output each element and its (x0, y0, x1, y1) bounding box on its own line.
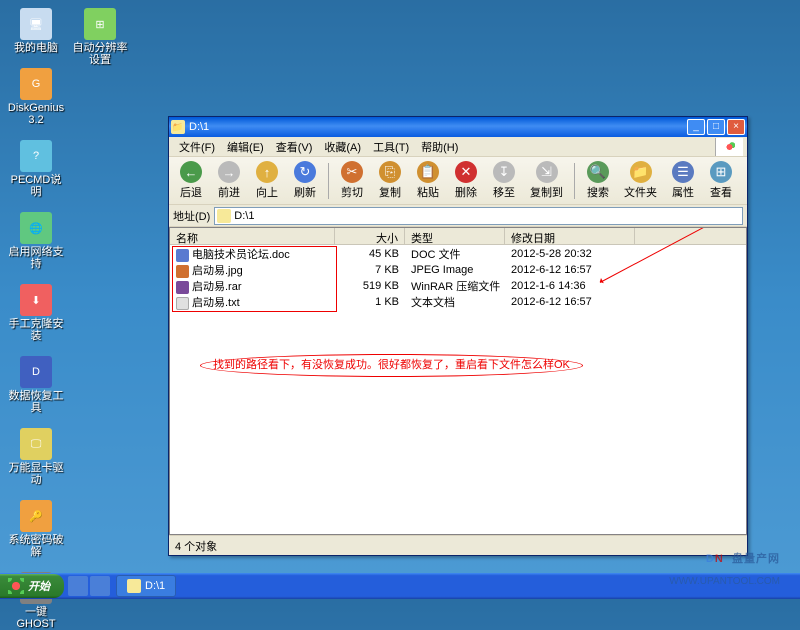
moveto-button[interactable]: ↧移至 (486, 159, 522, 202)
start-button[interactable]: 开始 (0, 574, 64, 598)
copy-icon: ⎘ (379, 161, 401, 183)
back-icon: ← (180, 161, 202, 183)
separator (574, 163, 575, 199)
moveto-icon: ↧ (493, 161, 515, 183)
watermark-url: WWW.UPANTOOL.COM (669, 576, 780, 587)
windows-flag-icon (715, 138, 743, 156)
clone-icon: ⬇ (20, 284, 52, 316)
menu-favorites[interactable]: 收藏(A) (318, 137, 367, 157)
desktop-icon-password[interactable]: 🔑系统密码破解 (8, 500, 64, 558)
copyto-button[interactable]: ⇲复制到 (524, 159, 569, 202)
jpg-icon (176, 265, 189, 278)
folder-icon (127, 579, 141, 593)
back-button[interactable]: ←后退 (173, 159, 209, 202)
delete-button[interactable]: ✕删除 (448, 159, 484, 202)
col-size[interactable]: 大小 (335, 228, 405, 244)
menu-edit[interactable]: 编辑(E) (221, 137, 270, 157)
folder-button[interactable]: 📁文件夹 (618, 159, 663, 202)
list-header: 名称 大小 类型 修改日期 (170, 228, 746, 245)
status-text: 4 个对象 (175, 538, 217, 554)
refresh-button[interactable]: ↻刷新 (287, 159, 323, 202)
paste-button[interactable]: 📋粘贴 (410, 159, 446, 202)
paste-icon: 📋 (417, 161, 439, 183)
up-icon: ↑ (256, 161, 278, 183)
maximize-button[interactable]: □ (707, 119, 725, 135)
folder-icon: 📁 (630, 161, 652, 183)
quick-launch (68, 576, 110, 596)
file-list: 名称 大小 类型 修改日期 电脑技术员论坛.doc45 KBDOC 文件2012… (169, 227, 747, 535)
desktop-icons-col1: 🖥我的电脑 GDiskGenius 3.2 ?PECMD说明 🌐启用网络支持 ⬇… (8, 8, 64, 630)
desktop-icon-pecmd[interactable]: ?PECMD说明 (8, 140, 64, 198)
folder-icon (217, 209, 231, 223)
refresh-icon: ↻ (294, 161, 316, 183)
cut-icon: ✂ (341, 161, 363, 183)
status-bar: 4 个对象 (169, 535, 747, 555)
view-button[interactable]: ⊞查看 (703, 159, 739, 202)
folder-icon: 📁 (171, 120, 185, 134)
forward-icon: → (218, 161, 240, 183)
menu-help[interactable]: 帮助(H) (415, 137, 464, 157)
doc-icon: ? (20, 140, 52, 172)
up-button[interactable]: ↑向上 (249, 159, 285, 202)
key-icon: 🔑 (20, 500, 52, 532)
delete-icon: ✕ (455, 161, 477, 183)
minimize-button[interactable]: _ (687, 119, 705, 135)
file-row[interactable]: 启动易.jpg7 KBJPEG Image2012-6-12 16:57 (170, 262, 746, 278)
copyto-icon: ⇲ (536, 161, 558, 183)
address-label: 地址(D) (173, 208, 214, 224)
cut-button[interactable]: ✂剪切 (334, 159, 370, 202)
display-icon: 🖵 (20, 428, 52, 460)
view-icon: ⊞ (710, 161, 732, 183)
desktop-icon-recovery[interactable]: D数据恢复工具 (8, 356, 64, 414)
file-row[interactable]: 电脑技术员论坛.doc45 KBDOC 文件2012-5-28 20:32 (170, 246, 746, 262)
desktop-icon-resolution[interactable]: ⊞自动分辨率设置 (72, 8, 128, 66)
menu-view[interactable]: 查看(V) (270, 137, 319, 157)
forward-button[interactable]: →前进 (211, 159, 247, 202)
desktop-icon-mycomputer[interactable]: 🖥我的电脑 (8, 8, 64, 54)
computer-icon: 🖥 (20, 8, 52, 40)
network-icon: 🌐 (20, 212, 52, 244)
titlebar[interactable]: 📁 D:\1 _ □ × (169, 117, 747, 137)
col-date[interactable]: 修改日期 (505, 228, 635, 244)
resolution-icon: ⊞ (84, 8, 116, 40)
recovery-icon: D (20, 356, 52, 388)
search-icon: 🔍 (587, 161, 609, 183)
file-rows: 电脑技术员论坛.doc45 KBDOC 文件2012-5-28 20:32 启动… (170, 245, 746, 311)
taskbar-button[interactable]: D:\1 (116, 575, 176, 597)
rar-icon (176, 281, 189, 294)
window-title: D:\1 (189, 121, 687, 133)
properties-icon: ☰ (672, 161, 694, 183)
address-bar: 地址(D) D:\1 (169, 205, 747, 227)
quicklaunch-item[interactable] (68, 576, 88, 596)
address-input[interactable]: D:\1 (214, 207, 743, 225)
desktop-icon-display[interactable]: 🖵万能显卡驱动 (8, 428, 64, 486)
desktop-icons-col2: ⊞自动分辨率设置 (72, 8, 128, 66)
separator (328, 163, 329, 199)
col-type[interactable]: 类型 (405, 228, 505, 244)
copy-button[interactable]: ⎘复制 (372, 159, 408, 202)
file-row[interactable]: 启动易.rar519 KBWinRAR 压缩文件2012-1-6 14:36 (170, 278, 746, 294)
disk-icon: G (20, 68, 52, 100)
file-row[interactable]: 启动易.txt1 KB文本文档2012-6-12 16:57 (170, 294, 746, 310)
desktop-icon-clone[interactable]: ⬇手工克隆安装 (8, 284, 64, 342)
properties-button[interactable]: ☰属性 (665, 159, 701, 202)
close-button[interactable]: × (727, 119, 745, 135)
search-button[interactable]: 🔍搜索 (580, 159, 616, 202)
desktop-icon-network[interactable]: 🌐启用网络支持 (8, 212, 64, 270)
explorer-window: 📁 D:\1 _ □ × 文件(F) 编辑(E) 查看(V) 收藏(A) 工具(… (168, 116, 748, 556)
txt-icon (176, 297, 189, 310)
col-name[interactable]: 名称 (170, 228, 335, 244)
menu-tools[interactable]: 工具(T) (367, 137, 415, 157)
annotation-text: 找到的路径看下，有没恢复成功。很好都恢复了，重启看下文件怎么样OK (200, 354, 583, 377)
doc-icon (176, 249, 189, 262)
quicklaunch-item[interactable] (90, 576, 110, 596)
desktop-icon-diskgenius[interactable]: GDiskGenius 3.2 (8, 68, 64, 126)
toolbar: ←后退 →前进 ↑向上 ↻刷新 ✂剪切 ⎘复制 📋粘贴 ✕删除 ↧移至 ⇲复制到… (169, 157, 747, 205)
address-value: D:\1 (234, 210, 254, 222)
watermark: DN 盘量产网 (706, 538, 780, 569)
menubar: 文件(F) 编辑(E) 查看(V) 收藏(A) 工具(T) 帮助(H) (169, 137, 747, 157)
menu-file[interactable]: 文件(F) (173, 137, 221, 157)
